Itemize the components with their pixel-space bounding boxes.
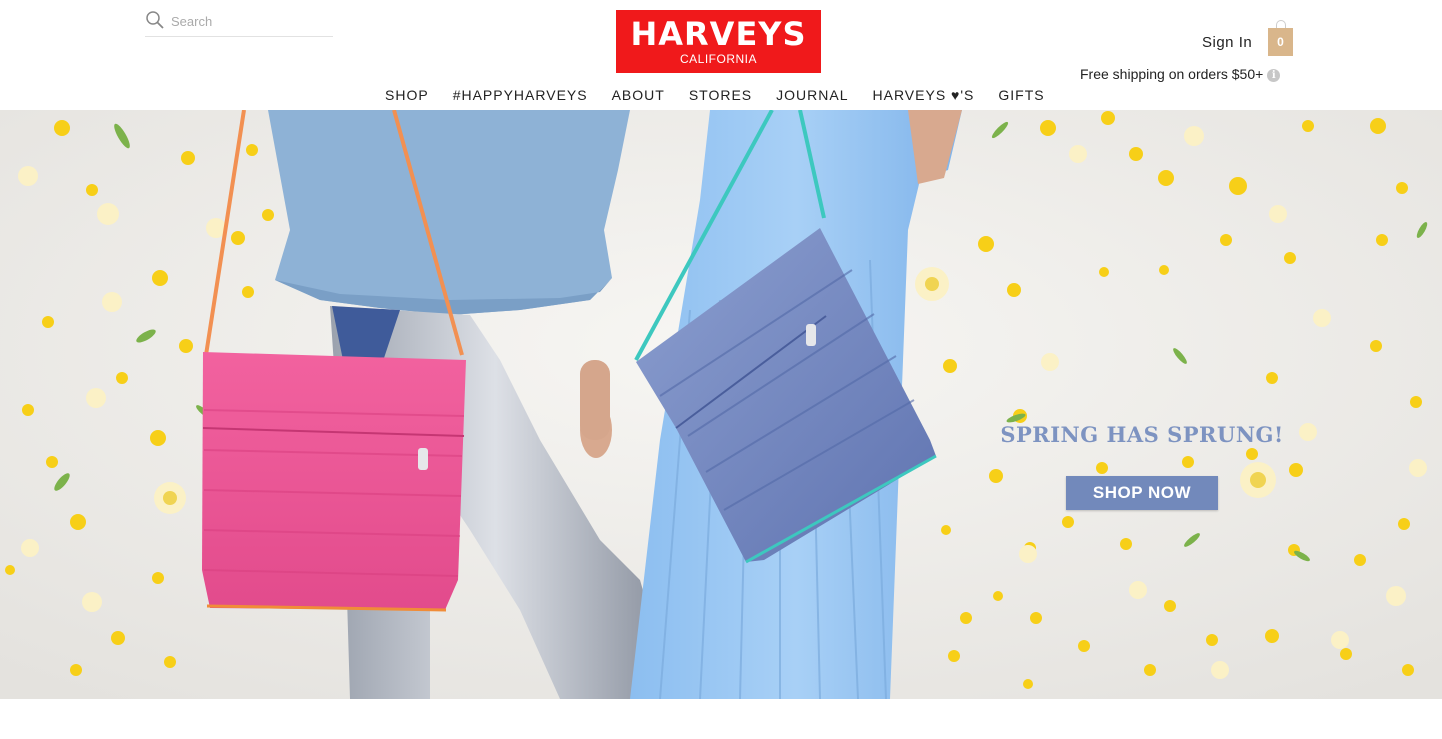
cart-button[interactable]: 0: [1268, 20, 1293, 56]
nav-item-harveys-loves[interactable]: HARVEYS ♥'S: [873, 87, 975, 103]
sign-in-link[interactable]: Sign In: [1202, 34, 1252, 51]
hero-banner[interactable]: SPRING HAS SPRUNG! SHOP NOW: [0, 110, 1442, 699]
harveys-logo[interactable]: HARVEYS CALIFORNIA: [616, 10, 821, 73]
search-icon[interactable]: [145, 10, 165, 30]
nav-item-shop[interactable]: SHOP: [385, 87, 429, 103]
hero-headline: SPRING HAS SPRUNG!: [1000, 422, 1284, 447]
nav-item-gifts[interactable]: GIFTS: [998, 87, 1044, 103]
logo-main-text: HARVEYS: [630, 15, 807, 53]
free-shipping-notice: Free shipping on orders $50+ i: [1080, 66, 1281, 82]
search-bar[interactable]: [145, 8, 333, 37]
search-input[interactable]: [171, 14, 331, 29]
nav-item-journal[interactable]: JOURNAL: [776, 87, 848, 103]
cart-count-badge: 0: [1268, 28, 1293, 56]
main-nav: SHOP #HAPPYHARVEYS ABOUT STORES JOURNAL …: [373, 87, 1057, 103]
nav-item-about[interactable]: ABOUT: [612, 87, 665, 103]
logo-sub-text: CALIFORNIA: [679, 52, 757, 66]
site-header: HARVEYS CALIFORNIA Sign In 0 Free shippi…: [0, 0, 1442, 110]
free-shipping-text: Free shipping on orders $50+: [1080, 66, 1264, 82]
shop-now-button[interactable]: SHOP NOW: [1066, 476, 1218, 510]
nav-item-stores[interactable]: STORES: [689, 87, 752, 103]
hero-image: [0, 110, 1442, 699]
info-icon[interactable]: i: [1267, 69, 1281, 82]
nav-item-happyharveys[interactable]: #HAPPYHARVEYS: [453, 87, 588, 103]
